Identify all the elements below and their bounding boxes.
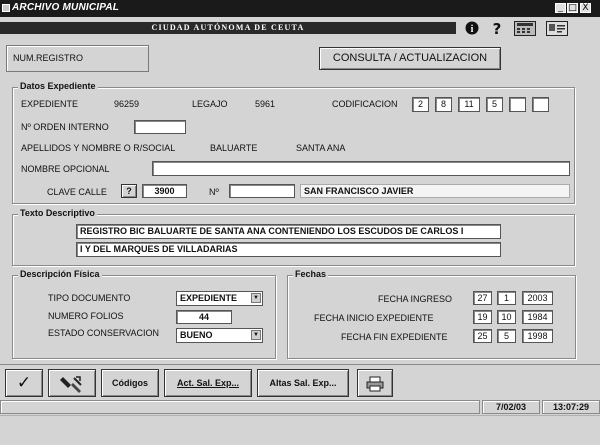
nombre-opcional-label: NOMBRE OPCIONAL (21, 164, 110, 174)
check-icon: ✓ (16, 373, 32, 393)
codigos-button[interactable]: Códigos (101, 369, 159, 397)
expediente-value: 96259 (114, 99, 140, 109)
num-registro-box: NUM.REGISTRO (6, 45, 149, 72)
status-date: 7/02/03 (482, 400, 540, 414)
expediente-label: EXPEDIENTE (21, 99, 79, 109)
tipo-documento-label: TIPO DOCUMENTO (48, 293, 131, 303)
legajo-label: LEGAJO (192, 99, 228, 109)
codificacion-field-2[interactable]: 8 (435, 97, 452, 112)
accept-button[interactable]: ✓ (5, 369, 43, 397)
altas-sal-exp-button[interactable]: Altas Sal. Exp... (257, 369, 349, 397)
fecha-ingreso-label: FECHA INGRESO (378, 294, 453, 304)
fecha-inicio-year[interactable]: 1984 (522, 310, 553, 324)
act-sal-exp-button[interactable]: Act. Sal. Exp... (164, 369, 252, 397)
banner-title: CIUDAD AUTÓNOMA DE CEUTA (0, 22, 456, 34)
tipo-documento-value: EXPEDIENTE (180, 293, 238, 303)
apellidos-value-1: BALUARTE (210, 143, 258, 153)
estado-conservacion-label: ESTADO CONSERVACION (48, 328, 160, 338)
status-message (0, 400, 480, 414)
consulta-actualizacion-button[interactable]: CONSULTA / ACTUALIZACION (319, 47, 501, 70)
codificacion-field-4[interactable]: 5 (486, 97, 503, 112)
window-title: ARCHIVO MUNICIPAL (12, 2, 120, 13)
fecha-ingreso-day[interactable]: 27 (473, 291, 492, 305)
print-button[interactable] (357, 369, 393, 397)
estado-conservacion-value: BUENO (180, 330, 213, 340)
svg-text:i: i (471, 24, 474, 35)
banner: CIUDAD AUTÓNOMA DE CEUTA i ? (0, 18, 600, 42)
status-time: 13:07:29 (542, 400, 600, 414)
toolbar-divider (0, 364, 600, 365)
id-card-icon[interactable] (545, 21, 569, 37)
calculator-icon[interactable] (513, 21, 537, 37)
calle-name-field: SAN FRANCISCO JAVIER (300, 184, 570, 198)
codificacion-field-5[interactable] (509, 97, 526, 112)
pencil-eraser-icon (59, 376, 85, 397)
num-registro-label: NUM.REGISTRO (13, 53, 84, 63)
clave-calle-label: CLAVE CALLE (47, 187, 107, 197)
apellidos-label: APELLIDOS Y NOMBRE O R/SOCIAL (21, 143, 176, 153)
numero-field[interactable] (229, 184, 295, 198)
codificacion-field-3[interactable]: 11 (458, 97, 480, 112)
close-button[interactable]: X (580, 3, 591, 13)
orden-interno-label: Nº ORDEN INTERNO (21, 122, 109, 132)
datos-expediente-legend: Datos Expediente (18, 81, 98, 91)
minimize-button[interactable]: _ (555, 3, 566, 13)
fecha-fin-day[interactable]: 25 (473, 329, 492, 343)
fecha-ingreso-month[interactable]: 1 (497, 291, 516, 305)
estado-conservacion-select[interactable]: BUENO ▼ (176, 328, 263, 343)
fechas-legend: Fechas (293, 269, 329, 279)
numero-label: Nº (209, 187, 219, 197)
fecha-inicio-day[interactable]: 19 (473, 310, 492, 324)
bottom-margin (0, 415, 600, 445)
chevron-down-icon[interactable]: ▼ (251, 330, 261, 340)
title-bar: ARCHIVO MUNICIPAL _ □ X (0, 0, 600, 17)
texto-descriptivo-legend: Texto Descriptivo (18, 208, 97, 218)
fecha-inicio-label: FECHA INICIO EXPEDIENTE (314, 313, 434, 323)
edit-button[interactable] (48, 369, 96, 397)
legajo-value: 5961 (255, 99, 276, 109)
fecha-ingreso-year[interactable]: 2003 (522, 291, 553, 305)
codificacion-field-1[interactable]: 2 (412, 97, 429, 112)
info-icon[interactable]: i (464, 21, 480, 37)
fecha-inicio-month[interactable]: 10 (497, 310, 516, 324)
texto-line-2[interactable]: I Y DEL MARQUES DE VILLADARIAS (76, 242, 501, 257)
fecha-fin-month[interactable]: 5 (497, 329, 516, 343)
tipo-documento-select[interactable]: EXPEDIENTE ▼ (176, 291, 263, 306)
maximize-button[interactable]: □ (567, 3, 578, 13)
fecha-fin-label: FECHA FIN EXPEDIENTE (341, 332, 448, 342)
nombre-opcional-field[interactable] (152, 161, 570, 176)
fecha-fin-year[interactable]: 1998 (522, 329, 553, 343)
codificacion-field-6[interactable] (532, 97, 549, 112)
orden-interno-field[interactable] (134, 120, 186, 134)
apellidos-value-2: SANTA ANA (296, 143, 346, 153)
codificacion-label: CODIFICACION (332, 99, 398, 109)
texto-line-1[interactable]: REGISTRO BIC BALUARTE DE SANTA ANA CONTE… (76, 224, 501, 239)
app-icon (2, 4, 10, 12)
texto-descriptivo-group: Texto Descriptivo (12, 208, 575, 266)
clave-calle-field[interactable]: 3900 (142, 184, 187, 198)
clave-calle-help-button[interactable]: ? (121, 184, 137, 198)
descripcion-fisica-legend: Descripción Física (18, 269, 102, 279)
numero-folios-label: NUMERO FOLIOS (48, 311, 124, 321)
printer-icon (366, 376, 384, 394)
chevron-down-icon[interactable]: ▼ (251, 293, 261, 303)
help-icon[interactable]: ? (490, 21, 504, 37)
numero-folios-field[interactable]: 44 (176, 310, 232, 324)
